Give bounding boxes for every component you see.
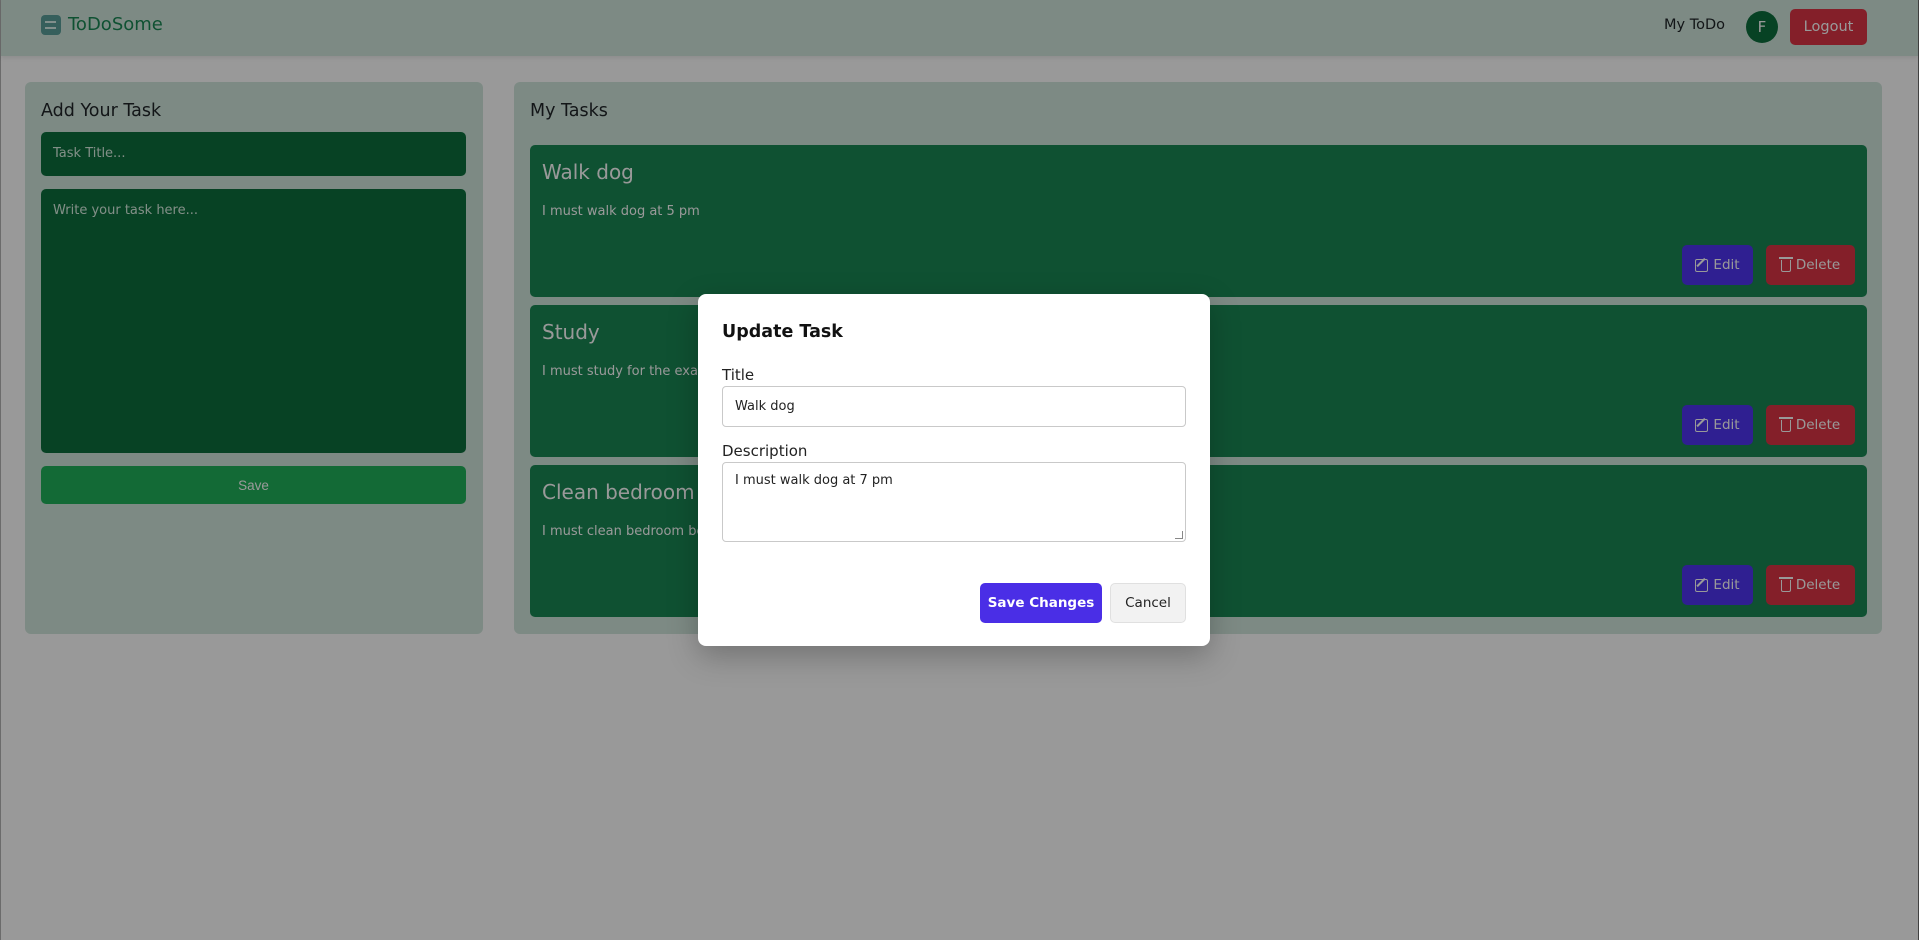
cancel-button[interactable]: Cancel [1110,583,1186,623]
description-label: Description [722,442,808,460]
modal-title: Update Task [722,322,843,342]
save-changes-button[interactable]: Save Changes [980,583,1102,623]
resize-handle-icon[interactable] [1175,531,1183,539]
description-value: I must walk dog at 7 pm [735,473,893,488]
title-input[interactable]: Walk dog [722,386,1186,427]
description-textarea[interactable]: I must walk dog at 7 pm [722,462,1186,542]
update-task-modal: Update Task Title Walk dog Description I… [698,294,1210,646]
title-label: Title [722,366,755,384]
